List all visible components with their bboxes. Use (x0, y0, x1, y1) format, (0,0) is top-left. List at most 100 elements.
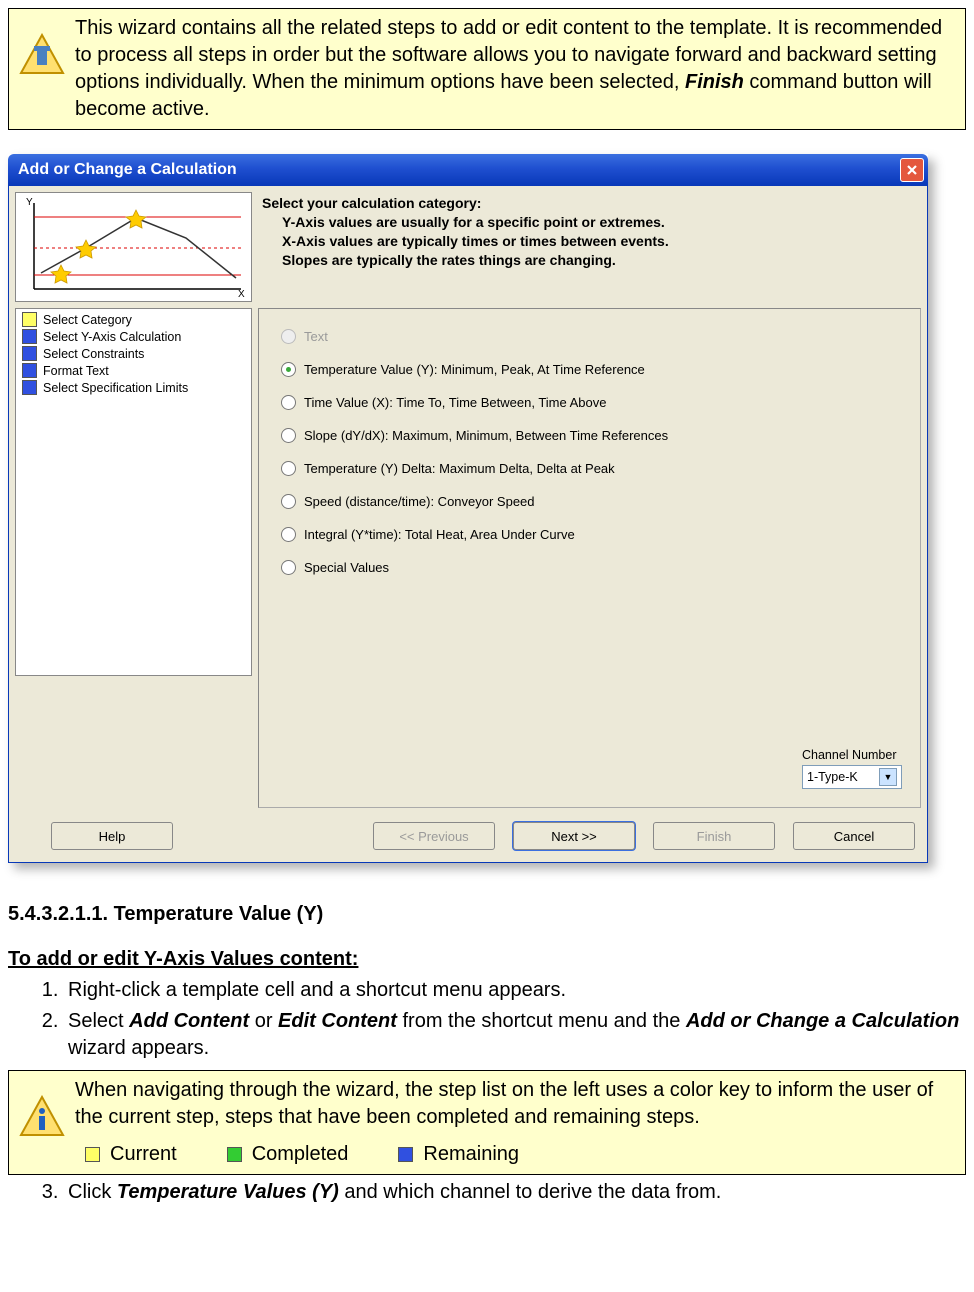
dialog-titlebar: Add or Change a Calculation (8, 154, 928, 186)
step-2-b2: Edit Content (278, 1010, 397, 1032)
svg-text:X: X (238, 289, 245, 300)
radio-icon (281, 395, 296, 410)
radio-label: Time Value (X): Time To, Time Between, T… (304, 395, 607, 410)
step-2-mid2: from the shortcut menu and the (397, 1010, 686, 1032)
step-1-text: Right-click a template cell and a shortc… (68, 979, 566, 1001)
button-bar: Help << Previous Next >> Finish Cancel (15, 814, 921, 856)
channel-number-section: Channel Number 1-Type-K ▼ (802, 748, 902, 789)
svg-text:Y: Y (26, 197, 33, 208)
instr-heading: Select your calculation category: (262, 194, 917, 213)
instruction-text: Select your calculation category: Y-Axis… (258, 192, 921, 302)
calc-category-radio[interactable]: Speed (distance/time): Conveyor Speed (281, 494, 904, 509)
calc-category-radio[interactable]: Temperature Value (Y): Minimum, Peak, At… (281, 362, 904, 377)
instruction-steps: Right-click a template cell and a shortc… (8, 977, 966, 1062)
section-subheading: To add or edit Y-Axis Values content: (8, 948, 966, 971)
wizard-step-label: Select Specification Limits (43, 381, 188, 395)
blue-square-icon (398, 1147, 413, 1162)
calc-category-radio: Text (281, 329, 904, 344)
radio-label: Temperature Value (Y): Minimum, Peak, At… (304, 362, 645, 377)
radio-icon (281, 461, 296, 476)
step-3-post: and which channel to derive the data fro… (339, 1181, 721, 1203)
color-legend: Current Completed Remaining (75, 1141, 955, 1168)
legend-remaining-label: Remaining (423, 1141, 519, 1168)
radio-label: Special Values (304, 560, 389, 575)
radio-label: Speed (distance/time): Conveyor Speed (304, 494, 535, 509)
radio-label: Slope (dY/dX): Maximum, Minimum, Between… (304, 428, 668, 443)
radio-icon (281, 494, 296, 509)
step-2-pre: Select (68, 1010, 129, 1032)
warning-t-icon (19, 33, 65, 75)
calc-category-radio[interactable]: Integral (Y*time): Total Heat, Area Unde… (281, 527, 904, 542)
dialog-body: Y X Select your calculation category: Y-… (8, 186, 928, 863)
calc-category-radio[interactable]: Time Value (X): Time To, Time Between, T… (281, 395, 904, 410)
info-note-box: When navigating through the wizard, the … (8, 1070, 966, 1175)
step-3: Click Temperature Values (Y) and which c… (64, 1179, 966, 1206)
yellow-square-icon (85, 1147, 100, 1162)
chart-preview: Y X (15, 192, 252, 302)
radio-icon (281, 362, 296, 377)
legend-current: Current (85, 1141, 177, 1168)
wizard-step-label: Select Y-Axis Calculation (43, 330, 181, 344)
blue-square-icon (22, 363, 37, 378)
wizard-step-label: Select Constraints (43, 347, 144, 361)
legend-remaining: Remaining (398, 1141, 519, 1168)
step-1: Right-click a template cell and a shortc… (64, 977, 966, 1004)
step-2-b3: Add or Change a Calculation (686, 1010, 959, 1032)
finish-button: Finish (653, 822, 775, 850)
blue-square-icon (22, 346, 37, 361)
warning-info-icon (19, 1095, 65, 1137)
calc-category-radio[interactable]: Special Values (281, 560, 904, 575)
steps-list: Select Category Select Y-Axis Calculation… (15, 308, 252, 676)
tip-note-box: This wizard contains all the related ste… (8, 8, 966, 130)
dropdown-arrow-icon: ▼ (879, 768, 897, 786)
radio-icon (281, 560, 296, 575)
wizard-step-item[interactable]: Select Category (16, 311, 251, 328)
step-2-b1: Add Content (129, 1010, 249, 1032)
tip-icon-container (19, 15, 65, 75)
calc-category-radio[interactable]: Slope (dY/dX): Maximum, Minimum, Between… (281, 428, 904, 443)
radio-label: Integral (Y*time): Total Heat, Area Unde… (304, 527, 575, 542)
radio-icon (281, 527, 296, 542)
legend-completed-label: Completed (252, 1141, 349, 1168)
radio-icon (281, 329, 296, 344)
step-2: Select Add Content or Edit Content from … (64, 1008, 966, 1062)
info-text-col: When navigating through the wizard, the … (75, 1077, 955, 1168)
instr-line-3: Slopes are typically the rates things ar… (262, 251, 917, 270)
radio-label: Temperature (Y) Delta: Maximum Delta, De… (304, 461, 615, 476)
radio-label: Text (304, 329, 328, 344)
channel-label: Channel Number (802, 748, 902, 762)
instruction-steps-cont: Click Temperature Values (Y) and which c… (8, 1179, 966, 1206)
radio-group: Text Temperature Value (Y): Minimum, Peak… (258, 308, 921, 808)
step-2-post: wizard appears. (68, 1037, 209, 1059)
tip-text-bold: Finish (685, 71, 744, 93)
legend-current-label: Current (110, 1141, 177, 1168)
section-number-title: 5.4.3.2.1.1. Temperature Value (Y) (8, 903, 966, 926)
wizard-step-item[interactable]: Select Y-Axis Calculation (16, 328, 251, 345)
radio-icon (281, 428, 296, 443)
wizard-dialog: Add or Change a Calculation Y X (8, 154, 928, 863)
green-square-icon (227, 1147, 242, 1162)
step-2-mid: or (249, 1010, 278, 1032)
yellow-square-icon (22, 312, 37, 327)
close-button[interactable] (900, 158, 924, 182)
wizard-step-label: Format Text (43, 364, 109, 378)
calc-category-radio[interactable]: Temperature (Y) Delta: Maximum Delta, De… (281, 461, 904, 476)
next-button[interactable]: Next >> (513, 822, 635, 850)
tip-text: This wizard contains all the related ste… (75, 15, 955, 123)
info-text: When navigating through the wizard, the … (75, 1077, 955, 1131)
wizard-step-item[interactable]: Select Specification Limits (16, 379, 251, 396)
previous-button: << Previous (373, 822, 495, 850)
help-button[interactable]: Help (51, 822, 173, 850)
step-3-pre: Click (68, 1181, 117, 1203)
info-icon-container (19, 1077, 65, 1137)
channel-value: 1-Type-K (807, 770, 858, 784)
wizard-step-item[interactable]: Select Constraints (16, 345, 251, 362)
blue-square-icon (22, 329, 37, 344)
wizard-step-label: Select Category (43, 313, 132, 327)
channel-dropdown[interactable]: 1-Type-K ▼ (802, 765, 902, 789)
wizard-step-item[interactable]: Format Text (16, 362, 251, 379)
cancel-button[interactable]: Cancel (793, 822, 915, 850)
close-icon (906, 164, 918, 176)
blue-square-icon (22, 380, 37, 395)
instr-line-2: X-Axis values are typically times or tim… (262, 232, 917, 251)
